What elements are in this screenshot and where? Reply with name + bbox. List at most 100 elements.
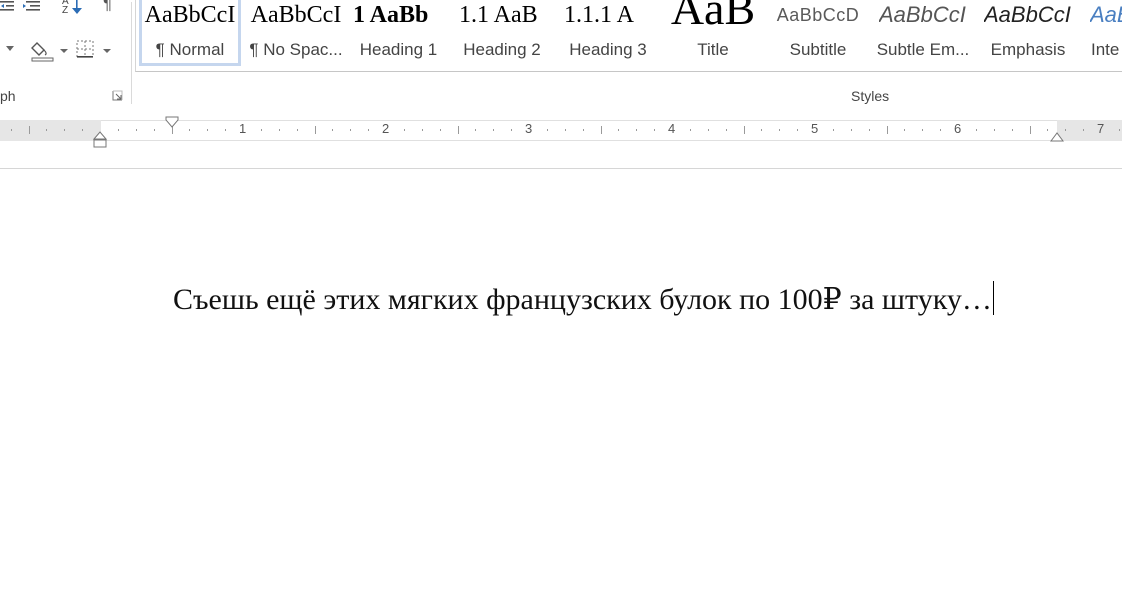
ruler-tick xyxy=(940,129,941,131)
ruler-tick xyxy=(636,129,637,131)
show-formatting-icon[interactable]: ¶ xyxy=(103,0,112,14)
ruler-tick xyxy=(869,129,870,131)
ruler-tick xyxy=(404,129,405,131)
ruler-number: 3 xyxy=(525,121,533,136)
text-cursor xyxy=(992,281,994,315)
chevron-down-icon[interactable] xyxy=(6,46,14,52)
style-heading-1[interactable]: 1 AaBb Heading 1 xyxy=(351,0,446,66)
style-name: Inte xyxy=(1091,40,1120,59)
ruler-tick xyxy=(922,129,923,131)
shading-icon[interactable] xyxy=(31,40,69,64)
ruler-tick xyxy=(46,129,47,131)
ruler-tick xyxy=(904,129,905,131)
dialog-launcher-icon[interactable] xyxy=(112,90,123,101)
paragraph-group: AZ ¶ ph xyxy=(0,0,131,108)
ruler-tick xyxy=(64,129,65,131)
style-preview: 1.1 AaB xyxy=(459,2,538,28)
ruler-tick xyxy=(279,129,280,131)
ruler-tick xyxy=(189,129,190,131)
style-name: Subtitle xyxy=(789,40,847,59)
ruler-tick xyxy=(11,129,12,131)
paragraph-text: Съешь ещё этих мягких французских булок … xyxy=(173,283,992,316)
ruler-tick xyxy=(350,129,351,131)
ruler-tick xyxy=(690,129,691,131)
document-paragraph[interactable]: Съешь ещё этих мягких французских булок … xyxy=(173,281,994,317)
paragraph-group-label: ph xyxy=(0,88,16,104)
style-no-spacing[interactable]: AaBbCcI ¶ No Spac... xyxy=(246,0,346,66)
ruler-tick xyxy=(422,129,423,131)
style-name: Heading 2 xyxy=(463,40,541,59)
ruler-tick xyxy=(29,126,30,134)
style-normal[interactable]: AaBbCcI ¶ Normal xyxy=(139,0,241,66)
ruler-tick xyxy=(726,129,727,131)
sort-icon[interactable]: AZ xyxy=(62,0,84,16)
style-preview: AaBbCcI xyxy=(879,2,966,27)
ruler-tick xyxy=(833,129,834,131)
ruler-tick xyxy=(207,129,208,131)
ruler-tick xyxy=(1083,129,1084,131)
style-subtle-emphasis[interactable]: AaBbCcI Subtle Em... xyxy=(873,0,973,66)
ruler-tick xyxy=(136,129,137,131)
ruler-tick xyxy=(154,129,155,131)
style-heading-2[interactable]: 1.1 AaB Heading 2 xyxy=(454,0,550,66)
ruler-tick xyxy=(225,129,226,131)
ruler-tick xyxy=(994,129,995,131)
style-heading-3[interactable]: 1.1.1 A Heading 3 xyxy=(558,0,658,66)
ruler-tick xyxy=(315,126,316,134)
ruler-tick xyxy=(297,129,298,131)
ruler-number: 7 xyxy=(1097,121,1105,136)
ruler-tick xyxy=(976,129,977,131)
ruler-tick xyxy=(708,129,709,131)
ruler-tick xyxy=(851,129,852,131)
ruler-tick xyxy=(744,126,745,134)
style-preview: 1.1.1 A xyxy=(564,2,635,28)
style-preview: AaBbCcD xyxy=(776,5,860,25)
borders-icon[interactable] xyxy=(76,40,114,60)
ruler-area: 1 2 3 4 5 6 7 xyxy=(0,108,1122,169)
style-intense-emphasis[interactable]: AaB Inte xyxy=(1084,0,1122,66)
ruler-tick xyxy=(458,126,459,134)
style-name: Heading 3 xyxy=(569,40,647,59)
ruler-tick xyxy=(118,129,119,131)
decrease-indent-icon[interactable] xyxy=(0,0,18,14)
style-name: Title xyxy=(697,40,729,59)
style-title[interactable]: AaB Title xyxy=(663,0,763,66)
document-page[interactable]: Съешь ещё этих мягких французских булок … xyxy=(0,169,1122,589)
ruler-tick xyxy=(440,129,441,131)
ruler-tick xyxy=(493,129,494,131)
style-name: Subtle Em... xyxy=(876,40,970,59)
style-subtitle[interactable]: AaBbCcD Subtitle xyxy=(768,0,868,66)
ruler-tick xyxy=(654,129,655,131)
ruler-number: 1 xyxy=(239,121,247,136)
hanging-indent-marker[interactable] xyxy=(93,131,108,149)
ruler-number: 6 xyxy=(954,121,962,136)
style-preview: AaBbCcI xyxy=(144,2,236,28)
style-name: ¶ Normal xyxy=(155,40,225,59)
first-line-indent-marker[interactable] xyxy=(165,116,179,130)
style-preview: AaBbCcI xyxy=(984,2,1071,27)
style-name: ¶ No Spac... xyxy=(249,40,343,59)
ruler-number: 2 xyxy=(382,121,390,136)
right-indent-marker[interactable] xyxy=(1050,131,1065,142)
ruler-tick xyxy=(761,129,762,131)
ruler-tick xyxy=(618,129,619,131)
ruler-tick xyxy=(332,129,333,131)
ruler-tick xyxy=(511,129,512,131)
styles-gallery: AaBbCcI ¶ Normal AaBbCcI ¶ No Spac... 1 … xyxy=(135,0,1122,72)
sort-label: AZ xyxy=(62,0,69,16)
ruler-tick xyxy=(368,129,369,131)
ruler-tick xyxy=(1065,129,1066,131)
style-emphasis[interactable]: AaBbCcI Emphasis xyxy=(978,0,1078,66)
styles-group-label: Styles xyxy=(851,88,890,104)
ruler-tick xyxy=(475,129,476,131)
increase-indent-icon[interactable] xyxy=(22,0,42,14)
ruler-tick xyxy=(1012,129,1013,131)
style-name: Emphasis xyxy=(990,40,1066,59)
ruler-tick xyxy=(547,129,548,131)
ruler-tick xyxy=(779,129,780,131)
group-separator xyxy=(131,2,132,104)
ruler-number: 5 xyxy=(811,121,819,136)
ruler-tick xyxy=(1030,126,1031,134)
right-margin-area xyxy=(1057,120,1122,141)
horizontal-ruler[interactable]: 1 2 3 4 5 6 7 xyxy=(0,114,1122,148)
